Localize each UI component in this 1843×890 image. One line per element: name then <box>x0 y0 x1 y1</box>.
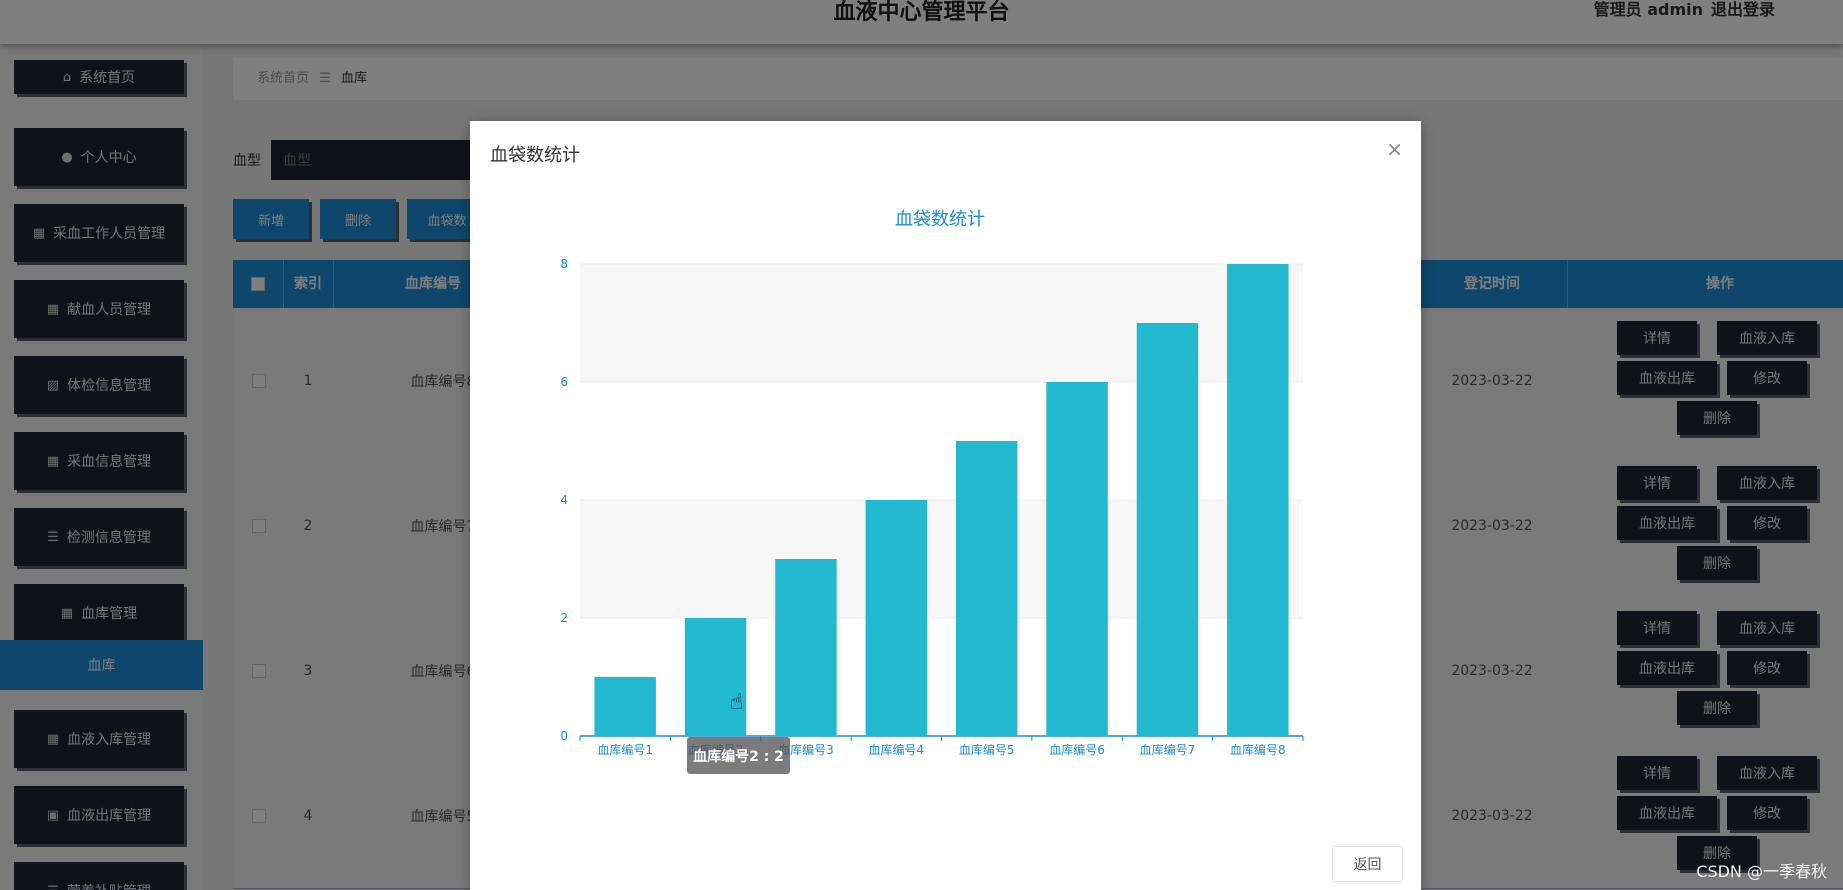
x-tick-label: 血库编号7 <box>1140 742 1196 757</box>
y-tick-label: 6 <box>560 375 568 389</box>
y-tick-label: 8 <box>560 257 568 271</box>
y-tick-label: 0 <box>560 729 568 743</box>
x-tick-label: 血库编号6 <box>1049 742 1105 757</box>
x-tick-label: 血库编号4 <box>868 742 924 757</box>
chart-bar <box>594 677 656 736</box>
hand-cursor-icon: ☝ <box>730 690 743 715</box>
chart-bar <box>1136 323 1199 736</box>
chart-bar <box>1046 382 1108 736</box>
y-tick-label: 2 <box>560 611 568 625</box>
watermark: CSDN @一季春秋 <box>1696 862 1827 881</box>
back-button[interactable]: 返回 <box>1332 846 1403 882</box>
chart-bar <box>955 441 1018 736</box>
x-tick-label: 血库编号1 <box>597 742 653 757</box>
x-tick-label: 血库编号8 <box>1230 742 1286 757</box>
chart-bar <box>865 500 928 736</box>
x-tick-label: 血库编号5 <box>959 742 1015 757</box>
chart-bar <box>1227 264 1289 736</box>
bar-chart: 02468血库编号1血库编号2血库编号3血库编号4血库编号5血库编号6血库编号7… <box>560 257 1304 757</box>
y-tick-label: 4 <box>560 493 568 507</box>
chart-bar <box>775 559 837 736</box>
chart-tooltip: 血库编号2 : 2 <box>687 737 790 774</box>
chart-bar <box>684 618 747 736</box>
stats-dialog: 血袋数统计 × 血袋数统计 02468血库编号1血库编号2血库编号3血库编号4血… <box>470 121 1421 890</box>
